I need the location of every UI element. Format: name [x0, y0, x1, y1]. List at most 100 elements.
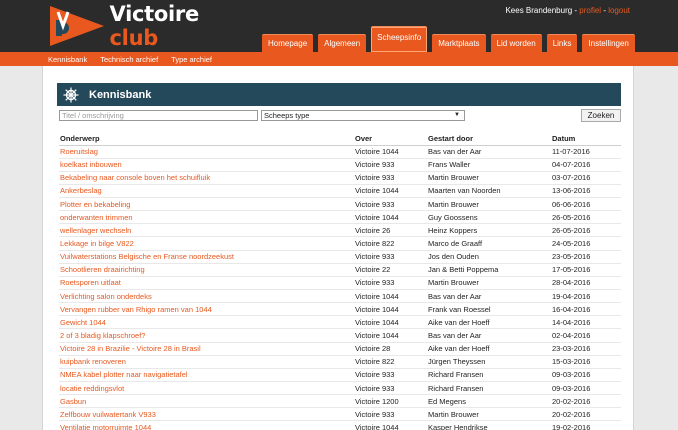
row-subject-link[interactable]: Verlichting salon onderdeks — [59, 289, 354, 304]
table-row[interactable]: Schootlieren draairichting Victoire 22 Jan… — [59, 263, 621, 277]
site-logo[interactable]: Victoire club — [48, 2, 248, 50]
ship-type-select[interactable]: Scheeps type ▼ — [261, 110, 465, 121]
ship-wheel-icon — [63, 87, 79, 102]
row-started-by: Frank van Roessel — [427, 302, 551, 317]
tab-algemeen[interactable]: Algemeen — [318, 34, 367, 52]
row-date: 11-07-2016 — [551, 145, 621, 159]
subnav-technisch-archief[interactable]: Technisch archief — [100, 55, 158, 64]
tab-instellingen[interactable]: Instellingen — [582, 34, 635, 52]
table-row[interactable]: Vuilwaterstations Belgische en Franse no… — [59, 250, 621, 264]
table-row[interactable]: kuipbank renoveren Victoire 822 Jürgen The… — [59, 355, 621, 369]
table-row[interactable]: Gasbun Victoire 1200 Ed Megens 20-02-2016 — [59, 394, 621, 409]
logout-link[interactable]: logout — [608, 6, 630, 15]
row-started-by: Jos den Ouden — [427, 250, 551, 264]
sub-nav: Kennisbank Technisch archief Type archie… — [0, 52, 678, 66]
table-row[interactable]: Zelfbouw vuilwatertank V933 Victoire 933 M… — [59, 407, 621, 422]
profile-link[interactable]: profiel — [579, 6, 601, 15]
table-row[interactable]: 2 of 3 bladig klapschroef? Victoire 1044 B… — [59, 328, 621, 343]
row-subject-link[interactable]: wellenlager wechseln — [59, 223, 354, 238]
table-row[interactable]: Ankerbeslag Victoire 1044 Maarten van Noor… — [59, 184, 621, 199]
search-button[interactable]: Zoeken — [581, 109, 621, 122]
row-subject-link[interactable]: Bekabeling naar console boven het schuif… — [59, 171, 354, 185]
table-row[interactable]: Roetsporen uitlaat Victoire 933 Martin Bro… — [59, 276, 621, 291]
row-subject-link[interactable]: Gewicht 1044 — [59, 315, 354, 330]
row-date: 20-02-2016 — [551, 407, 621, 422]
row-subject-link[interactable]: Roeruitslag — [59, 145, 354, 159]
row-subject-link[interactable]: Vuilwaterstations Belgische en Franse no… — [59, 250, 354, 264]
table-row[interactable]: Plotter en bekabeling Victoire 933 Martin … — [59, 197, 621, 212]
row-subject-link[interactable]: Ankerbeslag — [59, 184, 354, 199]
row-about: Victoire 1044 — [354, 420, 427, 430]
row-subject-link[interactable]: onderwanten trimmen — [59, 210, 354, 225]
row-subject-link[interactable]: Gasbun — [59, 394, 354, 409]
site-name-main: Victoire — [109, 2, 200, 26]
row-about: Victoire 933 — [354, 171, 427, 185]
table-row[interactable]: locatie reddingsvlot Victoire 933 Richard … — [59, 381, 621, 396]
col-date-header[interactable]: Datum — [551, 133, 621, 146]
table-row[interactable]: Lekkage in bilge V822 Victoire 822 Marco d… — [59, 236, 621, 251]
row-started-by: Guy Goossens — [427, 210, 551, 225]
row-started-by: Maarten van Noorden — [427, 184, 551, 199]
row-started-by: Jürgen Theyssen — [427, 355, 551, 369]
row-date: 19-04-2016 — [551, 289, 621, 304]
main-nav: Homepage Algemeen Scheepsinfo Marktplaat… — [262, 24, 640, 52]
site-header: Victoire club Kees Brandenburg - profiel… — [0, 0, 678, 52]
victoire-flag-icon — [48, 6, 104, 46]
table-row[interactable]: Victoire 28 in Brazilie - Victoire 28 in… — [59, 342, 621, 356]
table-row[interactable]: Verlichting salon onderdeks Victoire 1044… — [59, 289, 621, 304]
tab-homepage[interactable]: Homepage — [262, 34, 314, 52]
row-subject-link[interactable]: Roetsporen uitlaat — [59, 276, 354, 291]
row-subject-link[interactable]: Vervangen rubber van Rhigo ramen van 104… — [59, 302, 354, 317]
row-about: Victoire 1044 — [354, 184, 427, 199]
col-started-by-header[interactable]: Gestart door — [427, 133, 551, 146]
row-about: Victoire 28 — [354, 342, 427, 356]
row-subject-link[interactable]: Victoire 28 in Brazilie - Victoire 28 in… — [59, 342, 354, 356]
tab-lid-worden[interactable]: Lid worden — [490, 34, 542, 52]
filter-bar: Titel / omschrijving Scheeps type ▼ Zoek… — [59, 109, 621, 122]
row-subject-link[interactable]: kuipbank renoveren — [59, 355, 354, 369]
table-row[interactable]: NMEA kabel plotter naar navigatietafel Vi… — [59, 368, 621, 383]
row-date: 26-05-2016 — [551, 223, 621, 238]
subnav-type-archief[interactable]: Type archief — [171, 55, 212, 64]
row-about: Victoire 933 — [354, 158, 427, 172]
subnav-kennisbank[interactable]: Kennisbank — [48, 55, 87, 64]
row-subject-link[interactable]: Ventilatie motorruimte 1044 — [59, 420, 354, 430]
row-date: 13-06-2016 — [551, 184, 621, 199]
table-row[interactable]: Gewicht 1044 Victoire 1044 Aike van der Ho… — [59, 315, 621, 330]
table-row[interactable]: Roeruitslag Victoire 1044 Bas van der Aar 1… — [59, 145, 621, 159]
row-about: Victoire 1044 — [354, 328, 427, 343]
row-started-by: Marco de Graaff — [427, 236, 551, 251]
tab-scheepsinfo[interactable]: Scheepsinfo — [371, 26, 428, 52]
row-about: Victoire 1044 — [354, 289, 427, 304]
row-subject-link[interactable]: Schootlieren draairichting — [59, 263, 354, 277]
row-subject-link[interactable]: 2 of 3 bladig klapschroef? — [59, 328, 354, 343]
row-subject-link[interactable]: NMEA kabel plotter naar navigatietafel — [59, 368, 354, 383]
row-subject-link[interactable]: locatie reddingsvlot — [59, 381, 354, 396]
row-started-by: Martin Brouwer — [427, 407, 551, 422]
col-about-header[interactable]: Over — [354, 133, 427, 146]
row-date: 16-04-2016 — [551, 302, 621, 317]
row-date: 26-05-2016 — [551, 210, 621, 225]
tab-marktplaats[interactable]: Marktplaats — [432, 34, 486, 52]
table-row[interactable]: wellenlager wechseln Victoire 26 Heinz Kop… — [59, 223, 621, 238]
tab-links[interactable]: Links — [546, 34, 578, 52]
row-subject-link[interactable]: Plotter en bekabeling — [59, 197, 354, 212]
row-started-by: Heinz Koppers — [427, 223, 551, 238]
table-row[interactable]: Ventilatie motorruimte 1044 Victoire 1044… — [59, 420, 621, 430]
col-subject-header[interactable]: Onderwerp — [59, 133, 354, 146]
table-row[interactable]: onderwanten trimmen Victoire 1044 Guy Goos… — [59, 210, 621, 225]
row-subject-link[interactable]: Lekkage in bilge V822 — [59, 236, 354, 251]
row-subject-link[interactable]: koelkast inbouwen — [59, 158, 354, 172]
table-header-row: Onderwerp Over Gestart door Datum — [59, 133, 621, 146]
row-about: Victoire 822 — [354, 355, 427, 369]
row-subject-link[interactable]: Zelfbouw vuilwatertank V933 — [59, 407, 354, 422]
row-about: Victoire 933 — [354, 381, 427, 396]
row-date: 23-03-2016 — [551, 342, 621, 356]
row-date: 23-05-2016 — [551, 250, 621, 264]
table-row[interactable]: koelkast inbouwen Victoire 933 Frans Walle… — [59, 158, 621, 172]
table-row[interactable]: Bekabeling naar console boven het schuif… — [59, 171, 621, 185]
table-row[interactable]: Vervangen rubber van Rhigo ramen van 104… — [59, 302, 621, 317]
row-started-by: Martin Brouwer — [427, 171, 551, 185]
search-input[interactable]: Titel / omschrijving — [59, 110, 258, 121]
row-date: 06-06-2016 — [551, 197, 621, 212]
